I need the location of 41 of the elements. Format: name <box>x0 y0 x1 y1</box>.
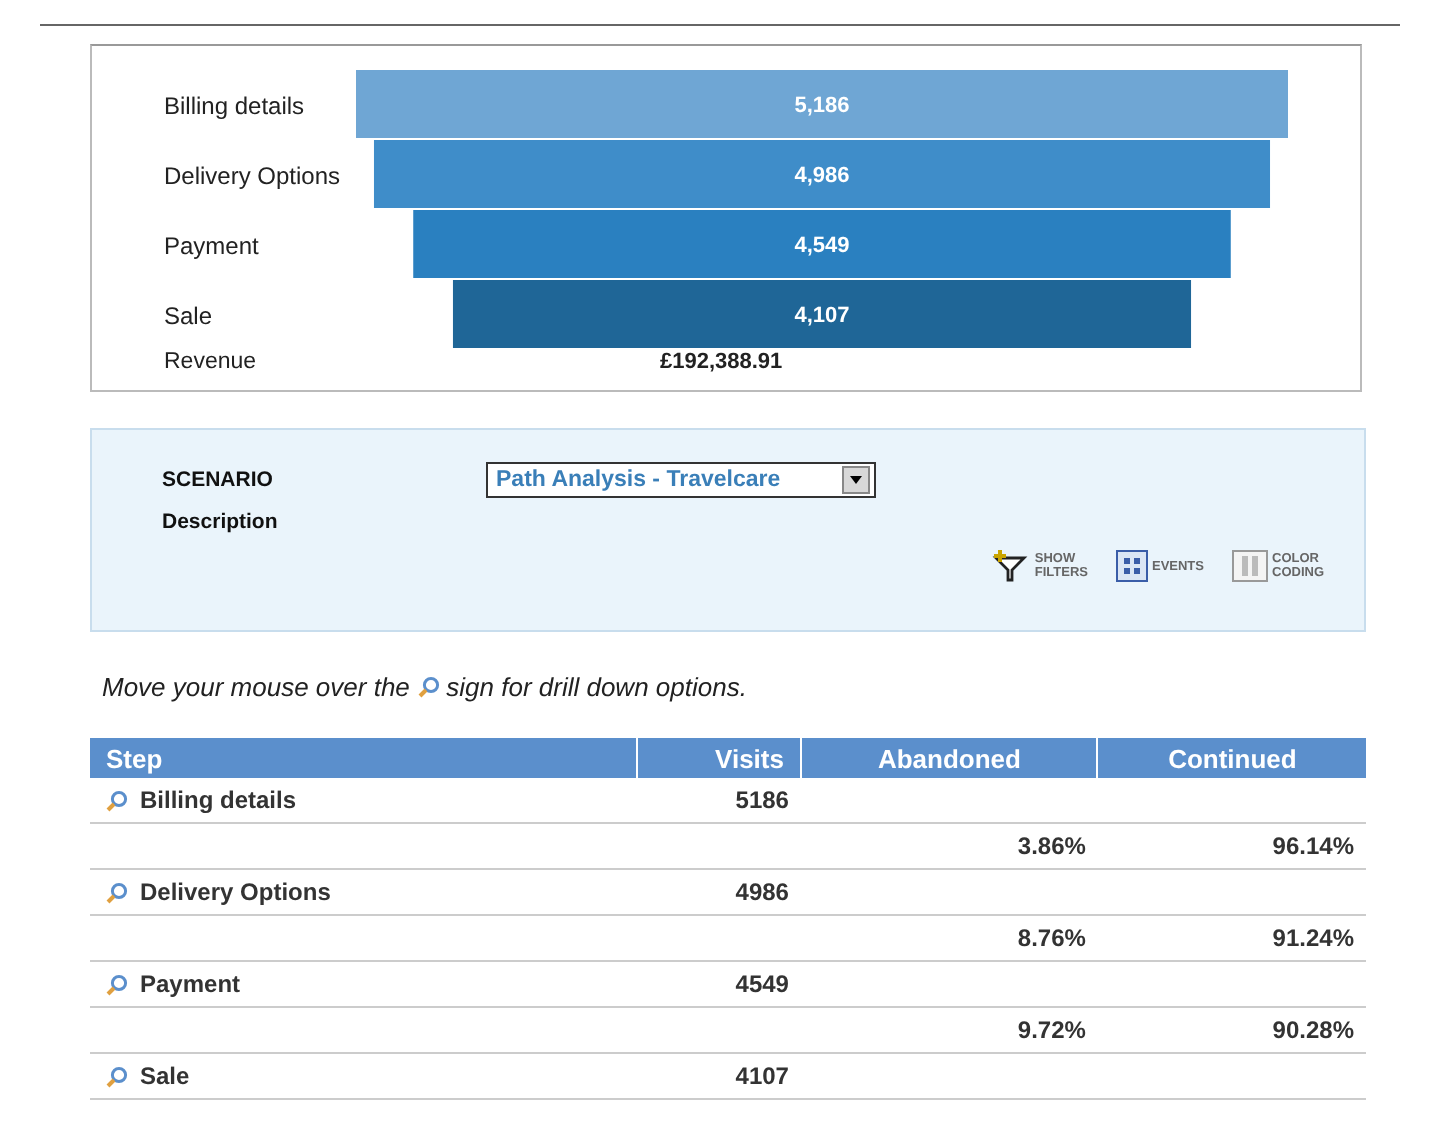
table-cell: 4549 <box>735 970 789 998</box>
table-cell: 91.24% <box>1272 924 1354 952</box>
funnel-label: Billing details <box>164 92 305 120</box>
columns-icon[interactable] <box>1232 550 1268 582</box>
bar-value: 5,186 <box>794 94 850 118</box>
hint-text: Move your mouse over the sign for drill down options. <box>102 672 749 706</box>
table-cell: 9.72% <box>1017 1016 1086 1044</box>
magnifier-icon <box>417 676 440 698</box>
table-cell: 5186 <box>735 786 789 814</box>
revenue-label: Revenue <box>164 350 259 374</box>
funnel-label: Delivery Options <box>164 162 341 190</box>
column-header[interactable]: Abandoned <box>800 738 1098 778</box>
step-name: Delivery Options <box>140 878 331 906</box>
table-cell: 8.76% <box>1017 924 1086 952</box>
funnel-icon[interactable] <box>990 550 1031 582</box>
step-name: Payment <box>140 970 241 998</box>
magnifier-icon[interactable] <box>106 789 128 811</box>
grid-icon[interactable] <box>1115 550 1148 582</box>
table-cell: 4986 <box>735 878 789 906</box>
magnifier-icon[interactable] <box>106 973 128 995</box>
description-label: Description <box>162 510 280 534</box>
caret-icon <box>842 466 870 494</box>
magnifier-icon[interactable] <box>106 881 128 903</box>
table-cell: 96.14% <box>1272 832 1354 860</box>
funnel-label: Payment <box>164 232 259 260</box>
magnifier-icon[interactable] <box>106 1065 128 1087</box>
step-name: Sale <box>140 1062 190 1090</box>
revenue-value: £192,388.91 <box>660 350 783 374</box>
column-header[interactable]: Continued <box>1097 738 1366 778</box>
column-header[interactable]: Step <box>90 738 638 778</box>
scenario-dropdown[interactable]: Path Analysis - Travelcare <box>486 462 876 498</box>
funnel-label: Sale <box>164 302 213 330</box>
bar-value: 4,107 <box>794 304 850 328</box>
step-name: Billing details <box>140 786 297 814</box>
bar-value: 4,986 <box>794 164 850 188</box>
table-cell: 3.86% <box>1017 832 1086 860</box>
column-header[interactable]: Visits <box>637 738 801 778</box>
table-cell: 4107 <box>735 1062 789 1090</box>
scenario-label: SCENARIO <box>162 468 275 492</box>
table-cell: 90.28% <box>1272 1016 1354 1044</box>
bar-value: 4,549 <box>794 234 850 258</box>
